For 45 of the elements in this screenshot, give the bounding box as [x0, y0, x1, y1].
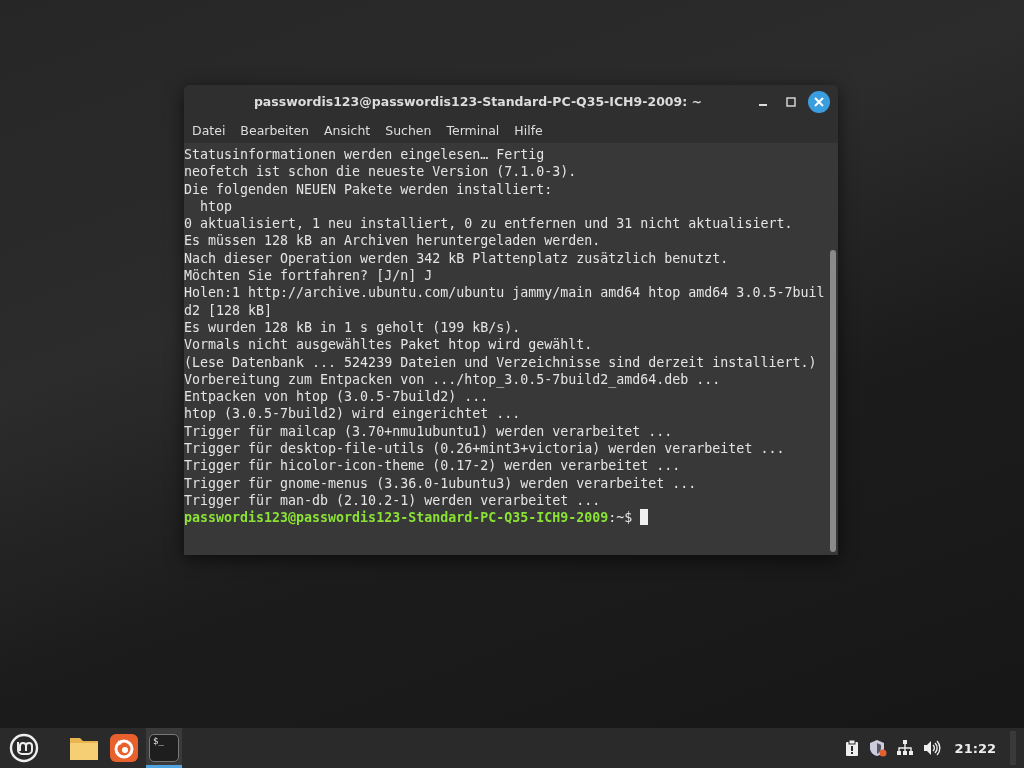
output-line: Trigger für hicolor-icon-theme (0.17-2) werden verarbeitet ... [184, 457, 682, 475]
output-line: Entpacken von htop (3.0.5-7build2) ... [184, 388, 490, 406]
close-button[interactable] [808, 90, 830, 113]
menu-item[interactable]: Ansicht [318, 123, 377, 138]
output-line: d2 [128 kB] [184, 301, 274, 319]
prompt-user-host: passwordis123@passwordis123-Standard-PC-Q35-ICH9-2009 [184, 510, 609, 526]
terminal-icon[interactable]: $_ [149, 734, 179, 762]
volume-icon[interactable] [922, 740, 941, 756]
output-line: htop (3.0.5-7build2) wird eingerichtet ... [184, 405, 522, 423]
output-line: Es wurden 128 kB in 1 s geholt (199 kB/s). [184, 318, 522, 337]
output-line: neofetch ist schon die neueste Version (7.1.0-3). [184, 163, 578, 181]
taskbar-launcher[interactable]: $_ [146, 728, 182, 768]
output-line: Die folgenden NEUEN Pakete werden installiert: [184, 180, 554, 198]
minimize-icon [759, 103, 767, 106]
prompt-path: :~$ [608, 510, 633, 526]
output-line: Nach dieser Operation werden 342 kB Plattenplatz zusätzlich benutzt. [184, 249, 730, 268]
menu-item[interactable]: Hilfe [508, 123, 549, 138]
menu-item[interactable]: Datei [186, 123, 232, 138]
output-line: Vorbereitung zum Entpacken von .../htop_3.0.5-7build2_amd64.deb ... [184, 370, 722, 389]
scrollbar-thumb[interactable] [830, 250, 836, 552]
browser-icon[interactable] [110, 734, 138, 762]
text-cursor [640, 509, 649, 526]
network-icon[interactable] [896, 740, 913, 756]
output-line: Trigger für mailcap (3.70+nmu1ubuntu1) werden verarbeitet ... [184, 422, 674, 441]
output-line: (Lese Datenbank ... 524239 Dateien und Verzeichnisse sind derzeit installiert.) [184, 353, 818, 371]
clipboard-icon[interactable] [844, 740, 859, 756]
output-line: Statusinformationen werden eingelesen… Fertig [184, 146, 546, 164]
clock[interactable]: 21:22 [954, 740, 996, 756]
output-line: Vormals nicht ausgewähltes Paket htop wird gewählt. [184, 336, 594, 354]
output-line: Trigger für man-db (2.10.2-1) werden verarbeitet ... [184, 491, 602, 510]
output-line: Trigger für gnome-menus (3.36.0-1ubuntu3) werden verarbeitet ... [184, 474, 698, 492]
output-line: Möchten Sie fortfahren? [J/n] J [184, 267, 434, 285]
menu-item[interactable]: Bearbeiten [234, 123, 316, 138]
shield-icon[interactable] [868, 739, 887, 757]
output-line: 0 aktualisiert, 1 neu installiert, 0 zu entfernen und 31 nicht aktualisiert. [184, 215, 794, 233]
close-icon [814, 96, 824, 107]
output-line: htop [199, 197, 234, 216]
output-line: Holen:1 http://archive.ubuntu.com/ubuntu jammy/main amd64 htop amd64 3.0.5-7buil [184, 284, 826, 302]
window-title: passwordis123@passwordis123-Standard-PC-Q35-ICH9-2009: ~ [252, 94, 704, 109]
menu-item[interactable]: Terminal [440, 123, 506, 138]
menu-item[interactable]: Suchen [379, 123, 438, 138]
maximize-icon [786, 96, 796, 107]
folder-icon[interactable] [69, 735, 99, 761]
output-line: Es müssen 128 kB an Archiven heruntergeladen werden. [184, 232, 602, 250]
output-line: Trigger für desktop-file-utils (0.26+mint3+victoria) werden verarbeitet ... [184, 440, 786, 458]
